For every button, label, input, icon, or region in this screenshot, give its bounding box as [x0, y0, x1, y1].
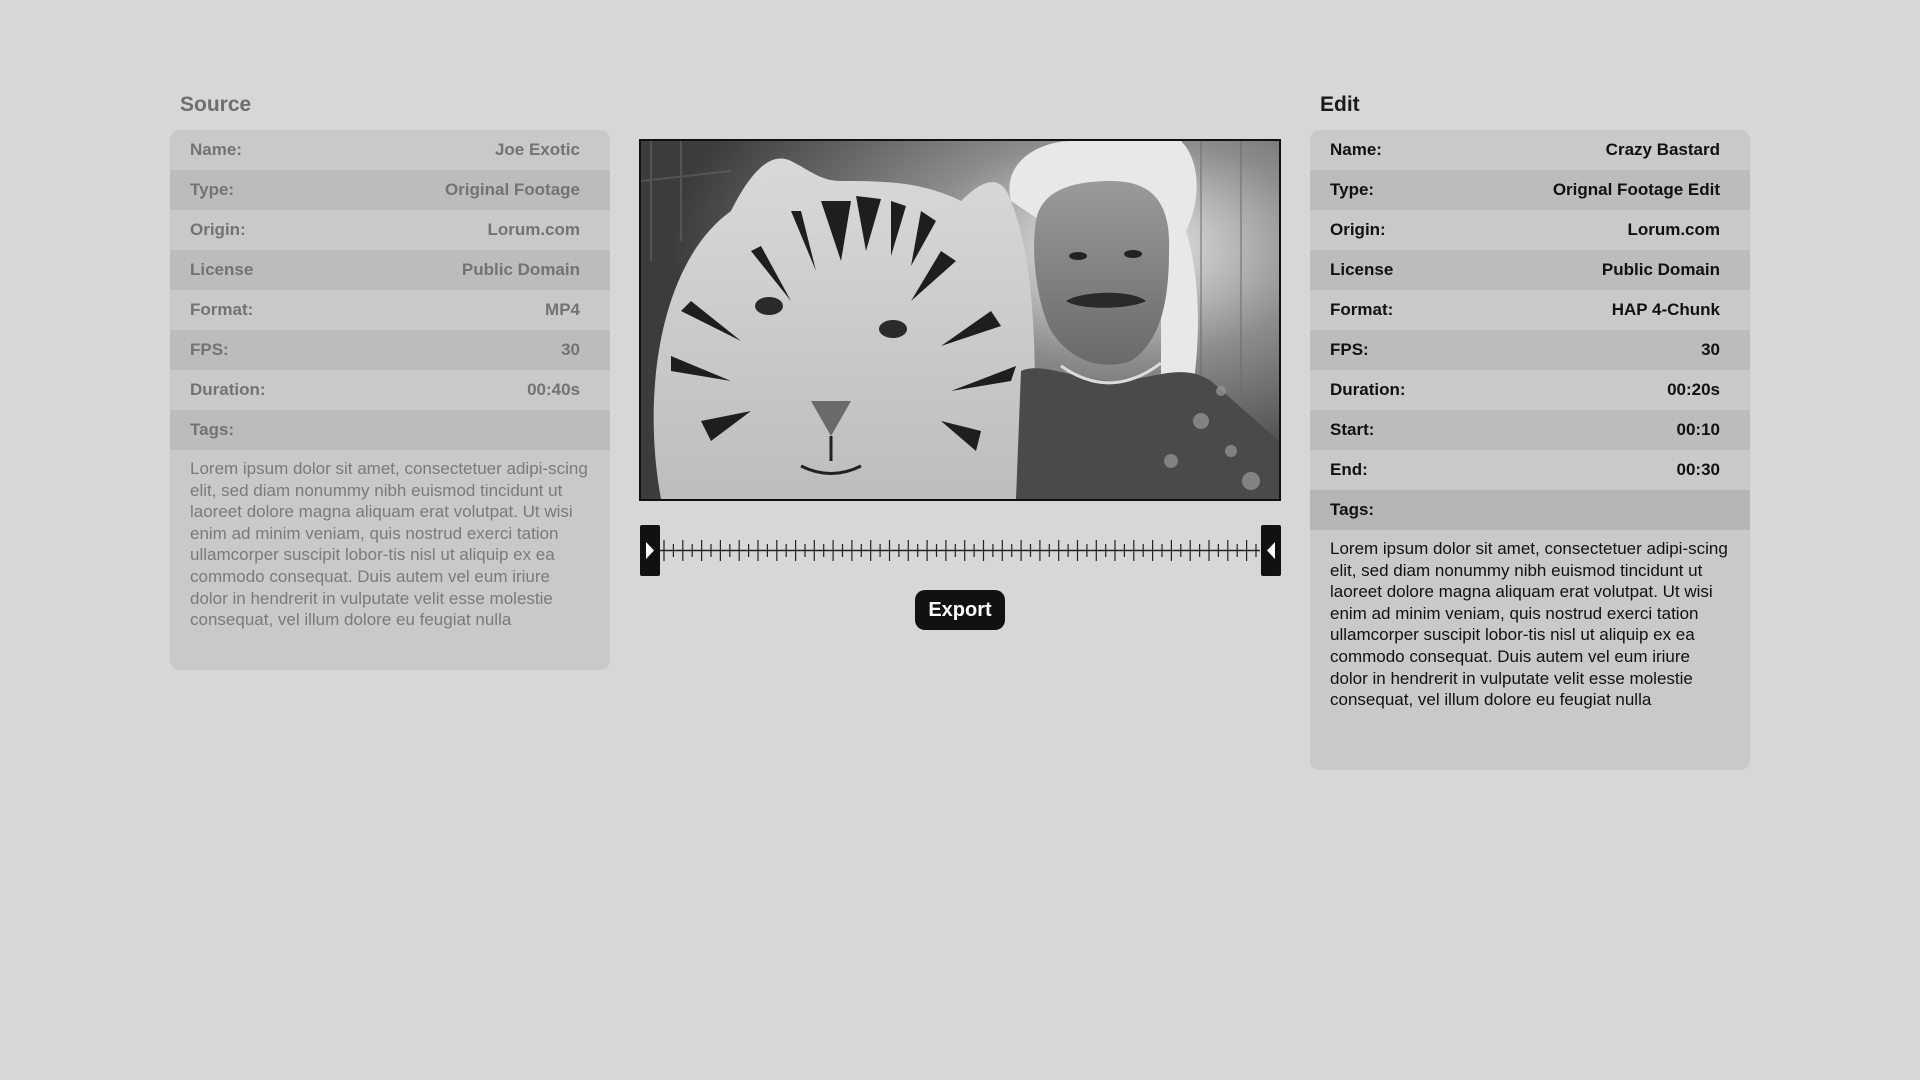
edit-fps-value: 30	[1701, 340, 1720, 359]
source-row-name: Name: Joe Exotic	[170, 130, 610, 170]
source-format-label: Format:	[190, 300, 254, 319]
edit-tags-label: Tags:	[1330, 500, 1375, 519]
source-type-label: Type:	[190, 180, 235, 199]
edit-row-start: Start: 00:10	[1310, 410, 1750, 450]
edit-type-value: Orignal Footage Edit	[1552, 180, 1720, 199]
source-origin-label: Origin:	[190, 220, 246, 239]
edit-end-value: 00:30	[1676, 460, 1720, 479]
source-fps-label: FPS:	[190, 340, 229, 359]
source-fps-value: 30	[561, 340, 580, 359]
edit-type-label: Type:	[1330, 180, 1375, 199]
edit-license-value: Public Domain	[1601, 260, 1720, 279]
timeline-scrubber[interactable]	[640, 525, 1281, 576]
edit-start-label: Start:	[1330, 420, 1375, 439]
edit-origin-value: Lorum.com	[1627, 220, 1720, 239]
edit-duration-value: 00:20s	[1667, 380, 1720, 399]
source-row-tags: Tags:	[170, 410, 610, 450]
source-row-origin: Origin: Lorum.com	[170, 210, 610, 250]
source-tags-text: Lorem ipsum dolor sit amet, consectetuer…	[190, 459, 588, 630]
source-license-value: Public Domain	[461, 260, 580, 279]
video-preview[interactable]	[639, 139, 1281, 501]
source-name-label: Name:	[190, 140, 242, 159]
source-duration-value: 00:40s	[527, 380, 580, 399]
source-row-type: Type: Original Footage	[170, 170, 610, 210]
edit-row-duration: Duration: 00:20s	[1310, 370, 1750, 410]
edit-metadata-panel: Name: Crazy Bastard Type: Orignal Footag…	[1310, 130, 1750, 770]
edit-row-type: Type: Orignal Footage Edit	[1310, 170, 1750, 210]
source-type-value: Original Footage	[444, 180, 580, 199]
source-row-fps: FPS: 30	[170, 330, 610, 370]
edit-origin-label: Origin:	[1330, 220, 1386, 239]
source-row-duration: Duration: 00:40s	[170, 370, 610, 410]
source-tags-label: Tags:	[190, 420, 235, 439]
source-origin-value: Lorum.com	[487, 220, 580, 239]
trim-end-handle-icon[interactable]	[1261, 525, 1281, 576]
edit-row-tags: Tags:	[1310, 490, 1750, 530]
edit-fps-label: FPS:	[1330, 340, 1369, 359]
source-panel-title: Source	[180, 93, 252, 116]
source-row-license: License Public Domain	[170, 250, 610, 290]
edit-format-label: Format:	[1330, 300, 1394, 319]
edit-row-license: License Public Domain	[1310, 250, 1750, 290]
edit-start-value: 00:10	[1676, 420, 1720, 439]
edit-row-end: End: 00:30	[1310, 450, 1750, 490]
edit-duration-label: Duration:	[1330, 380, 1406, 399]
source-duration-label: Duration:	[190, 380, 266, 399]
source-format-value: MP4	[545, 300, 580, 319]
edit-row-fps: FPS: 30	[1310, 330, 1750, 370]
edit-row-format: Format: HAP 4-Chunk	[1310, 290, 1750, 330]
video-frame-icon	[641, 141, 1279, 499]
edit-name-value: Crazy Bastard	[1605, 140, 1720, 159]
edit-format-value: HAP 4-Chunk	[1611, 300, 1720, 319]
source-metadata-panel: Name: Joe Exotic Type: Original Footage …	[170, 130, 610, 670]
edit-end-label: End:	[1330, 460, 1368, 479]
edit-license-label: License	[1330, 260, 1394, 279]
edit-tags-text: Lorem ipsum dolor sit amet, consectetuer…	[1330, 539, 1728, 710]
timeline-track[interactable]	[640, 525, 1281, 576]
export-button[interactable]: Export	[915, 590, 1005, 630]
source-row-format: Format: MP4	[170, 290, 610, 330]
edit-panel-title: Edit	[1320, 93, 1360, 116]
source-name-value: Joe Exotic	[494, 140, 580, 159]
edit-row-name: Name: Crazy Bastard	[1310, 130, 1750, 170]
trim-start-handle-icon[interactable]	[640, 525, 660, 576]
source-license-label: License	[190, 260, 254, 279]
edit-name-label: Name:	[1330, 140, 1382, 159]
edit-row-origin: Origin: Lorum.com	[1310, 210, 1750, 250]
